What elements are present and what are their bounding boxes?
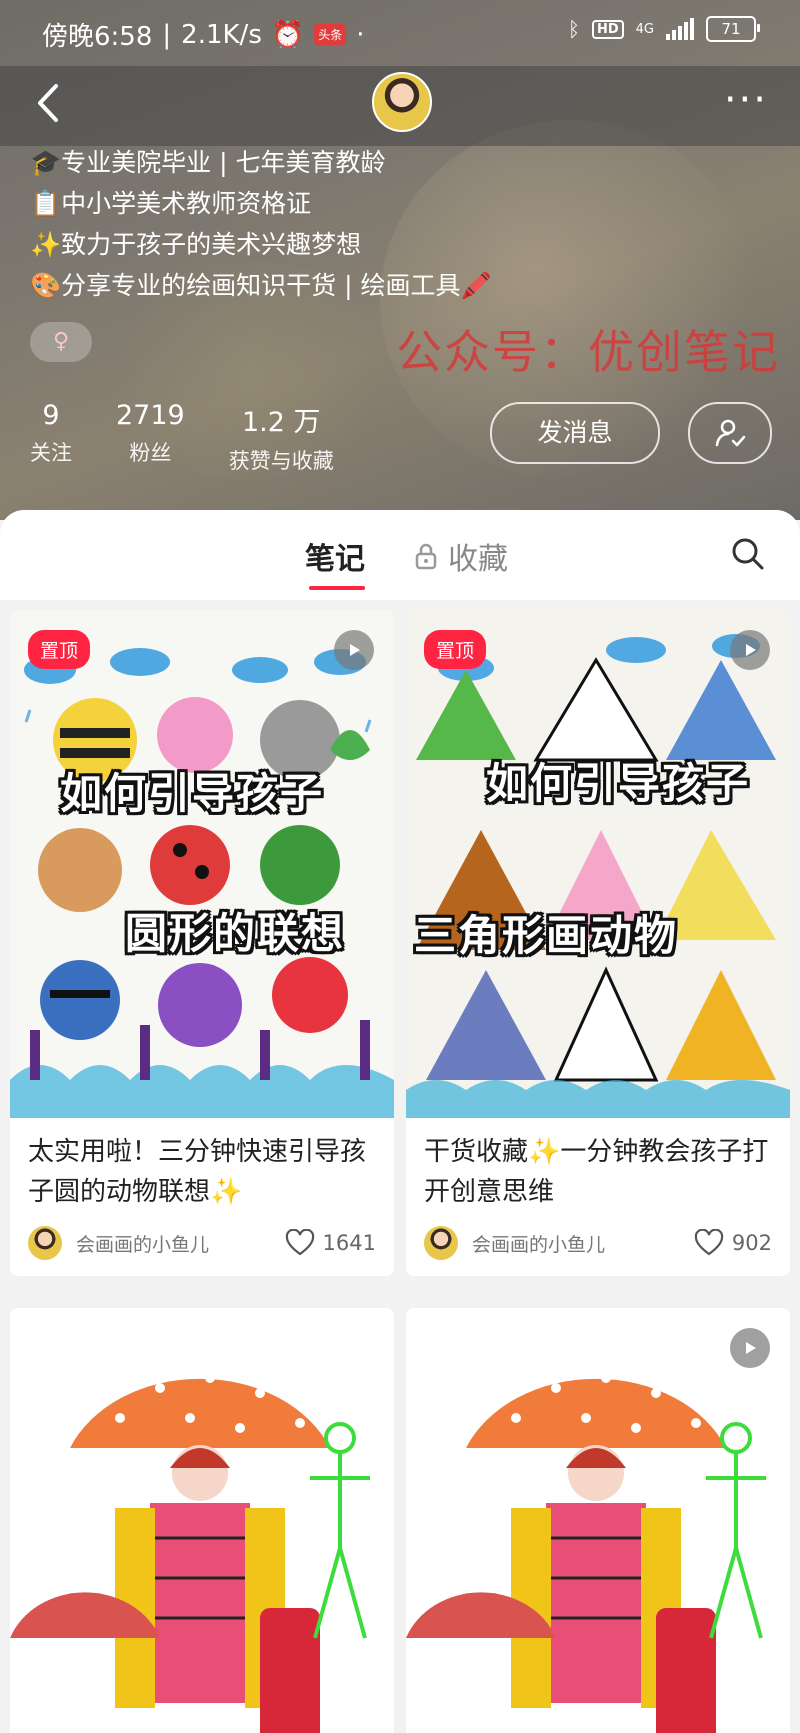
note-cover-image[interactable]: 置顶 如何引导孩子 圆形的联想 [10, 610, 394, 1118]
stat-likes[interactable]: 1.2 万 获赞与收藏 [229, 400, 334, 475]
message-button[interactable]: 发消息 [490, 402, 660, 464]
pinned-badge: 置顶 [424, 630, 487, 669]
note-card[interactable] [10, 1308, 394, 1733]
like-count: 1641 [322, 1231, 376, 1255]
gender-badge: ♀ [30, 322, 92, 362]
toutiao-app-icon: 头条 [314, 24, 347, 45]
bio-line: 📋中小学美术教师资格证 [30, 189, 312, 218]
status-time: 傍晚6:58 [42, 22, 153, 52]
bio-line: 🎓专业美院毕业 | 七年美育教龄 [30, 148, 386, 177]
tab-collections-label: 收藏 [448, 542, 508, 577]
network-type: 4G [635, 21, 654, 37]
profile-stats: 9 关注 2719 粉丝 1.2 万 获赞与收藏 [30, 400, 334, 475]
tab-collections[interactable]: 收藏 [414, 534, 508, 578]
following-label: 关注 [30, 441, 72, 465]
note-title[interactable]: 太实用啦！三分钟快速引导孩子圆的动物联想✨ [28, 1132, 376, 1212]
note-cover-image[interactable] [406, 1308, 790, 1733]
user-check-icon [715, 419, 746, 447]
cover-caption: 如何引导孩子 [60, 769, 325, 818]
battery-level: 71 [721, 20, 741, 38]
followers-label: 粉丝 [129, 441, 172, 465]
network-speed: 2.1K/s [181, 19, 262, 50]
author-avatar[interactable] [28, 1226, 62, 1260]
back-button[interactable] [30, 80, 80, 130]
following-count: 9 [42, 400, 60, 431]
watermark: 公众号：优创笔记 [396, 325, 780, 379]
note-cover-image[interactable]: 置顶 如何引导孩子 三角形画动物 [406, 610, 790, 1118]
author-avatar[interactable] [424, 1226, 458, 1260]
stat-followers[interactable]: 2719 粉丝 [116, 400, 185, 475]
tab-bar: 笔记 收藏 [0, 510, 800, 600]
stat-following[interactable]: 9 关注 [30, 400, 72, 475]
cover-caption: 如何引导孩子 [486, 759, 751, 808]
bluetooth-icon: ᛒ [567, 17, 580, 41]
status-dot: · [356, 19, 365, 50]
nav-bar: ··· [0, 66, 800, 146]
likes-count: 1.2 万 [241, 407, 321, 438]
search-icon [732, 538, 764, 570]
more-button[interactable]: ··· [724, 80, 768, 120]
video-play-icon [730, 1328, 770, 1368]
search-button[interactable] [730, 536, 766, 576]
note-card[interactable] [406, 1308, 790, 1733]
note-card[interactable]: 置顶 如何引导孩子 圆形的联想 太实用啦！三分钟快速引导孩子圆的动物联想✨ 会画… [10, 610, 394, 1276]
cover-caption: 圆形的联想 [125, 909, 346, 958]
follow-status-button[interactable] [688, 402, 772, 464]
cover-illustration [10, 1373, 370, 1733]
note-title[interactable]: 干货收藏✨一分钟教会孩子打开创意思维 [424, 1132, 772, 1212]
video-play-icon [334, 630, 374, 670]
tab-notes[interactable]: 笔记 [305, 534, 365, 590]
followers-count: 2719 [116, 400, 185, 431]
hd-badge: HD [591, 19, 624, 39]
cover-caption: 三角形画动物 [414, 911, 679, 960]
bio-line: ✨致力于孩子的美术兴趣梦想 [30, 230, 362, 259]
author-name[interactable]: 会画画的小鱼儿 [472, 1230, 694, 1257]
like-button[interactable]: 902 [694, 1229, 772, 1257]
likes-label: 获赞与收藏 [228, 449, 334, 473]
battery-icon: 71 [706, 16, 760, 42]
avatar[interactable] [372, 72, 432, 132]
note-cover-image[interactable] [10, 1308, 394, 1733]
status-bar: 傍晚6:58 | 2.1K/s ⏰ 头条 · ᛒ HD 4G 71 [0, 0, 800, 66]
profile-bio: 🎓专业美院毕业 | 七年美育教龄 📋中小学美术教师资格证 ✨致力于孩子的美术兴趣… [30, 142, 492, 306]
author-name[interactable]: 会画画的小鱼儿 [76, 1230, 285, 1257]
pinned-badge: 置顶 [28, 630, 91, 669]
chevron-left-icon [38, 84, 58, 122]
lock-icon [415, 543, 437, 570]
cover-illustration [10, 648, 394, 1118]
signal-icon [666, 18, 694, 40]
note-card[interactable]: 置顶 如何引导孩子 三角形画动物 干货收藏✨一分钟教会孩子打开创意思维 会画画的… [406, 610, 790, 1276]
profile-header: 傍晚6:58 | 2.1K/s ⏰ 头条 · ᛒ HD 4G 71 ··· 🎓专… [0, 0, 800, 520]
like-count: 902 [731, 1231, 772, 1255]
bio-line: 🎨分享专业的绘画知识干货 | 绘画工具🖍️ [30, 271, 492, 300]
heart-icon [285, 1229, 314, 1256]
cover-illustration [406, 1373, 766, 1733]
alarm-icon: ⏰ [271, 19, 305, 50]
content-panel: 笔记 收藏 置顶 如何引导孩子 圆形的联想 太实用啦！三分钟快速引导孩子圆的动物… [0, 510, 800, 1733]
heart-icon [694, 1229, 724, 1256]
like-button[interactable]: 1641 [285, 1229, 376, 1257]
cover-illustration [406, 634, 790, 1118]
video-play-icon [730, 630, 770, 670]
